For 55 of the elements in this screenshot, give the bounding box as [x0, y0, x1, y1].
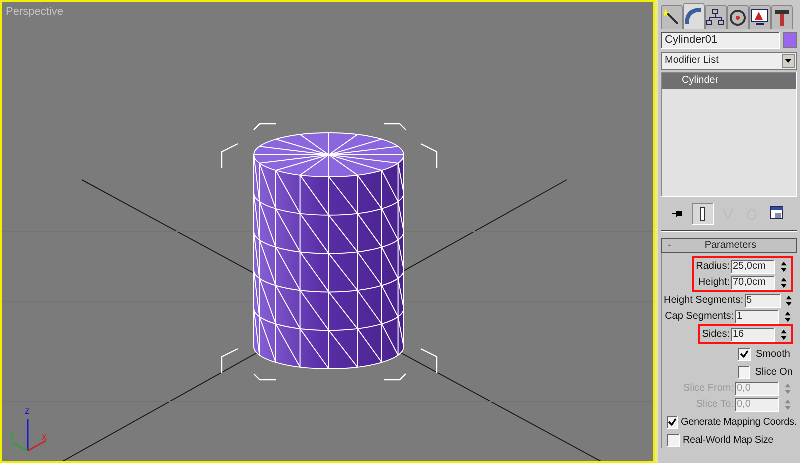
value-field: 0,0	[735, 398, 779, 412]
modifier-list-dropdown[interactable]: Modifier List	[661, 52, 797, 70]
rollout-header[interactable]: - Parameters	[661, 238, 797, 254]
rollout-title: Parameters	[704, 239, 758, 254]
checkbox-label[interactable]: Smooth	[756, 346, 790, 362]
create-tab[interactable]	[661, 5, 683, 29]
spinner-arrows-icon[interactable]	[779, 328, 789, 342]
check-icon	[668, 418, 677, 427]
monitor-icon	[750, 8, 770, 28]
hierarchy-icon	[706, 8, 726, 28]
object-name-field[interactable]: Cylinder01	[661, 32, 780, 49]
collapse-sign: -	[668, 239, 672, 254]
arc-icon	[684, 6, 704, 26]
dropdown-text: Modifier List	[665, 54, 719, 68]
grid-window-icon	[770, 206, 784, 222]
checkbox[interactable]	[738, 366, 750, 379]
spinner-arrows-icon[interactable]	[779, 260, 789, 274]
value-field: 0,0	[735, 382, 779, 396]
spinner-arrows-icon	[783, 382, 793, 396]
hierarchy-tab[interactable]	[705, 5, 727, 29]
parameter-label: Cap Segments:	[665, 310, 734, 324]
checkbox-label[interactable]: Real-World Map Size	[683, 432, 774, 448]
wheel-icon	[728, 8, 748, 28]
axis-label: y	[10, 431, 15, 441]
checkbox[interactable]	[667, 416, 678, 429]
cylinder-drawing[interactable]	[254, 132, 404, 370]
parameter-label: Sides:	[702, 328, 730, 342]
spinner-arrows-icon	[783, 398, 793, 412]
value-field[interactable]: 1	[735, 310, 779, 324]
parameter-label: Height Segments:	[664, 294, 744, 308]
axis-label: z	[25, 407, 30, 417]
checkbox-label[interactable]: Generate Mapping Coords.	[681, 414, 797, 430]
parameter-label: Height:	[698, 276, 730, 290]
spinner-arrows-icon[interactable]	[784, 294, 793, 308]
hammer-icon	[772, 8, 792, 28]
object-color-swatch[interactable]	[783, 32, 797, 48]
value-field[interactable]: 16	[731, 328, 775, 342]
dropdown-arrow-icon	[785, 58, 792, 62]
value-field[interactable]: 70,0cm	[731, 276, 775, 290]
value-field[interactable]: 25,0cm	[731, 260, 775, 274]
axis-label: x	[42, 433, 47, 443]
checkbox[interactable]	[667, 434, 680, 447]
parameter-label: Radius:	[696, 260, 730, 274]
spinner-arrows-icon[interactable]	[779, 276, 789, 290]
spinner-arrows-icon[interactable]	[783, 310, 793, 324]
motion-tab[interactable]	[727, 5, 749, 29]
display-tab[interactable]	[749, 5, 771, 29]
show-end-button[interactable]	[692, 203, 714, 226]
checkbox[interactable]	[738, 348, 751, 361]
modify-tab[interactable]	[683, 3, 705, 29]
value-field[interactable]: 5	[744, 294, 781, 308]
utilities-tab[interactable]	[771, 5, 793, 29]
modifier-stack-item[interactable]: Cylinder	[662, 73, 796, 90]
check-icon	[740, 350, 749, 359]
checkbox-label[interactable]: Slice On	[755, 364, 793, 380]
